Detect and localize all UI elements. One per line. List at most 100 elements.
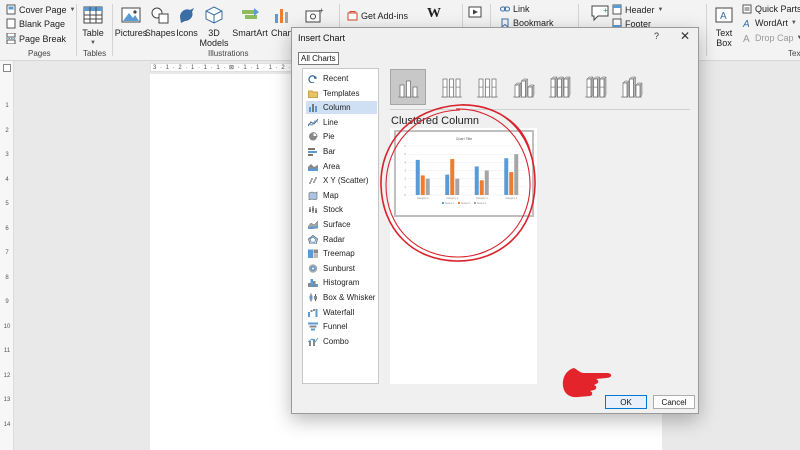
chart-category-recent[interactable]: Recent: [306, 72, 377, 85]
cover-page-button[interactable]: Cover Page ▼: [6, 4, 75, 15]
ruler-mark: 12: [3, 372, 11, 379]
map-chart-icon: [308, 191, 318, 200]
svg-text:A: A: [720, 11, 727, 22]
illustrations-group-label: Illustrations: [208, 49, 249, 58]
red-annotation-circle: [380, 104, 536, 262]
chart-category-funnel[interactable]: Funnel: [306, 320, 377, 333]
chart-category-label: Sunburst: [323, 263, 356, 273]
blank-page-button[interactable]: Blank Page: [6, 18, 65, 29]
line-chart-icon: [308, 118, 318, 127]
cover-page-label: Cover Page: [19, 4, 67, 15]
chart-category-sunburst[interactable]: Sunburst: [306, 262, 377, 275]
chart-category-list: Recent Templates Column Line Pie Bar Area X Y (…: [302, 68, 379, 384]
shapes-label: Shapes: [144, 28, 176, 38]
3d-models-button[interactable]: 3D Models: [199, 5, 229, 48]
dialog-title: Insert Chart: [298, 33, 346, 43]
chart-category-bar[interactable]: Bar: [306, 145, 377, 158]
comment-button[interactable]: +: [590, 4, 610, 22]
chart-category-label: X Y (Scatter): [323, 176, 369, 186]
stacked-column-icon: [441, 78, 462, 98]
chart-category-stock[interactable]: Stock: [306, 203, 377, 216]
treemap-chart-icon: [308, 249, 318, 259]
chart-category-label: Line: [323, 117, 339, 127]
ruler-mark: 10: [3, 323, 11, 330]
ruler-mark: 6: [5, 225, 9, 232]
page-break-button[interactable]: Page Break: [6, 33, 66, 44]
chart-category-label: Surface: [323, 220, 351, 229]
drop-cap-button[interactable]: A Drop Cap ▼: [742, 33, 800, 43]
wikipedia-button[interactable]: W: [427, 6, 441, 22]
icons-button[interactable]: Icons: [175, 5, 199, 38]
sunburst-chart-icon: [308, 263, 318, 273]
ruler-mark: 1: [5, 103, 9, 109]
chart-category-label: Stock: [323, 205, 344, 215]
online-video-button[interactable]: [468, 6, 482, 18]
chevron-down-icon: ▼: [90, 40, 96, 46]
tab-all-charts[interactable]: All Charts: [298, 52, 339, 65]
help-button[interactable]: ?: [654, 31, 659, 41]
ruler-mark: 3: [5, 152, 9, 158]
chart-category-line[interactable]: Line: [306, 116, 377, 129]
chart-category-templates[interactable]: Templates: [306, 87, 377, 100]
3d-100-stacked-column-icon: [585, 76, 607, 98]
chart-category-label: Column: [323, 103, 351, 113]
chart-category-label: Recent: [323, 74, 349, 83]
cancel-button[interactable]: Cancel: [653, 395, 695, 409]
subtype-3d-column[interactable]: [613, 69, 649, 105]
drop-cap-icon: A: [743, 34, 750, 43]
pictures-icon: [121, 7, 141, 23]
close-icon[interactable]: ✕: [680, 29, 690, 43]
chevron-down-icon: ▼: [657, 6, 664, 13]
chart-category-pie[interactable]: Pie: [306, 130, 377, 143]
text-box-button[interactable]: A Text Box: [712, 5, 736, 48]
screenshot-button[interactable]: +: [303, 5, 325, 28]
chart-category-treemap[interactable]: Treemap: [306, 247, 377, 260]
chart-category-combo[interactable]: Combo: [306, 335, 377, 348]
chart-category-area[interactable]: Area: [306, 160, 377, 173]
chart-category-histogram[interactable]: Histogram: [306, 276, 377, 289]
ruler-mark: 9: [5, 299, 9, 305]
chart-category-x-y-scatter[interactable]: X Y (Scatter): [306, 174, 377, 187]
shapes-icon: [151, 7, 169, 24]
header-button[interactable]: Header ▼: [612, 4, 663, 15]
wordart-icon: A: [742, 19, 750, 28]
wordart-button[interactable]: A WordArt ▼: [742, 18, 797, 28]
shapes-button[interactable]: Shapes: [144, 5, 176, 38]
clustered-column-icon: [398, 80, 419, 98]
svg-text:+: +: [603, 6, 608, 15]
waterfall-chart-icon: [308, 308, 318, 317]
chart-category-label: Treemap: [323, 249, 355, 259]
drop-cap-label: Drop Cap: [755, 33, 794, 43]
get-addins-button[interactable]: Get Add-ins: [347, 10, 408, 21]
quick-parts-button[interactable]: Quick Parts: [742, 4, 800, 14]
3d-models-label-2: Models: [199, 38, 229, 48]
tables-group-label: Tables: [83, 49, 107, 58]
chevron-down-icon: ▼: [69, 6, 76, 13]
wikipedia-icon: W: [427, 6, 441, 21]
tab-selector[interactable]: [3, 64, 11, 72]
chart-category-label: Box & Whisker: [323, 293, 376, 302]
chevron-down-icon: ▼: [790, 20, 797, 26]
chart-category-label: Combo: [323, 336, 349, 346]
pictures-button[interactable]: Pictures: [115, 5, 147, 38]
subtype-3d-stacked-column[interactable]: [541, 69, 577, 105]
table-icon: [83, 6, 103, 24]
chart-category-radar[interactable]: Radar: [306, 233, 377, 246]
chart-category-label: Bar: [323, 147, 336, 156]
area-chart-icon: [308, 163, 318, 171]
chart-label: Chart: [270, 28, 293, 38]
table-button[interactable]: Table ▼: [82, 5, 104, 48]
blank-page-label: Blank Page: [19, 18, 66, 29]
ruler-mark: 7: [5, 250, 9, 256]
chart-category-column[interactable]: Column: [306, 101, 377, 115]
smartart-button[interactable]: SmartArt: [232, 5, 268, 38]
subtype-3d-100-stacked-column[interactable]: [577, 69, 613, 105]
chart-category-waterfall[interactable]: Waterfall: [306, 306, 377, 319]
link-label: Link: [513, 4, 530, 14]
chart-category-map[interactable]: Map: [306, 189, 377, 202]
chart-category-surface[interactable]: Surface: [306, 218, 377, 231]
chart-category-label: Funnel: [323, 322, 348, 332]
chart-category-box-whisker[interactable]: Box & Whisker: [306, 291, 377, 304]
screenshot-icon: +: [305, 6, 324, 23]
link-button[interactable]: Link: [500, 4, 530, 14]
